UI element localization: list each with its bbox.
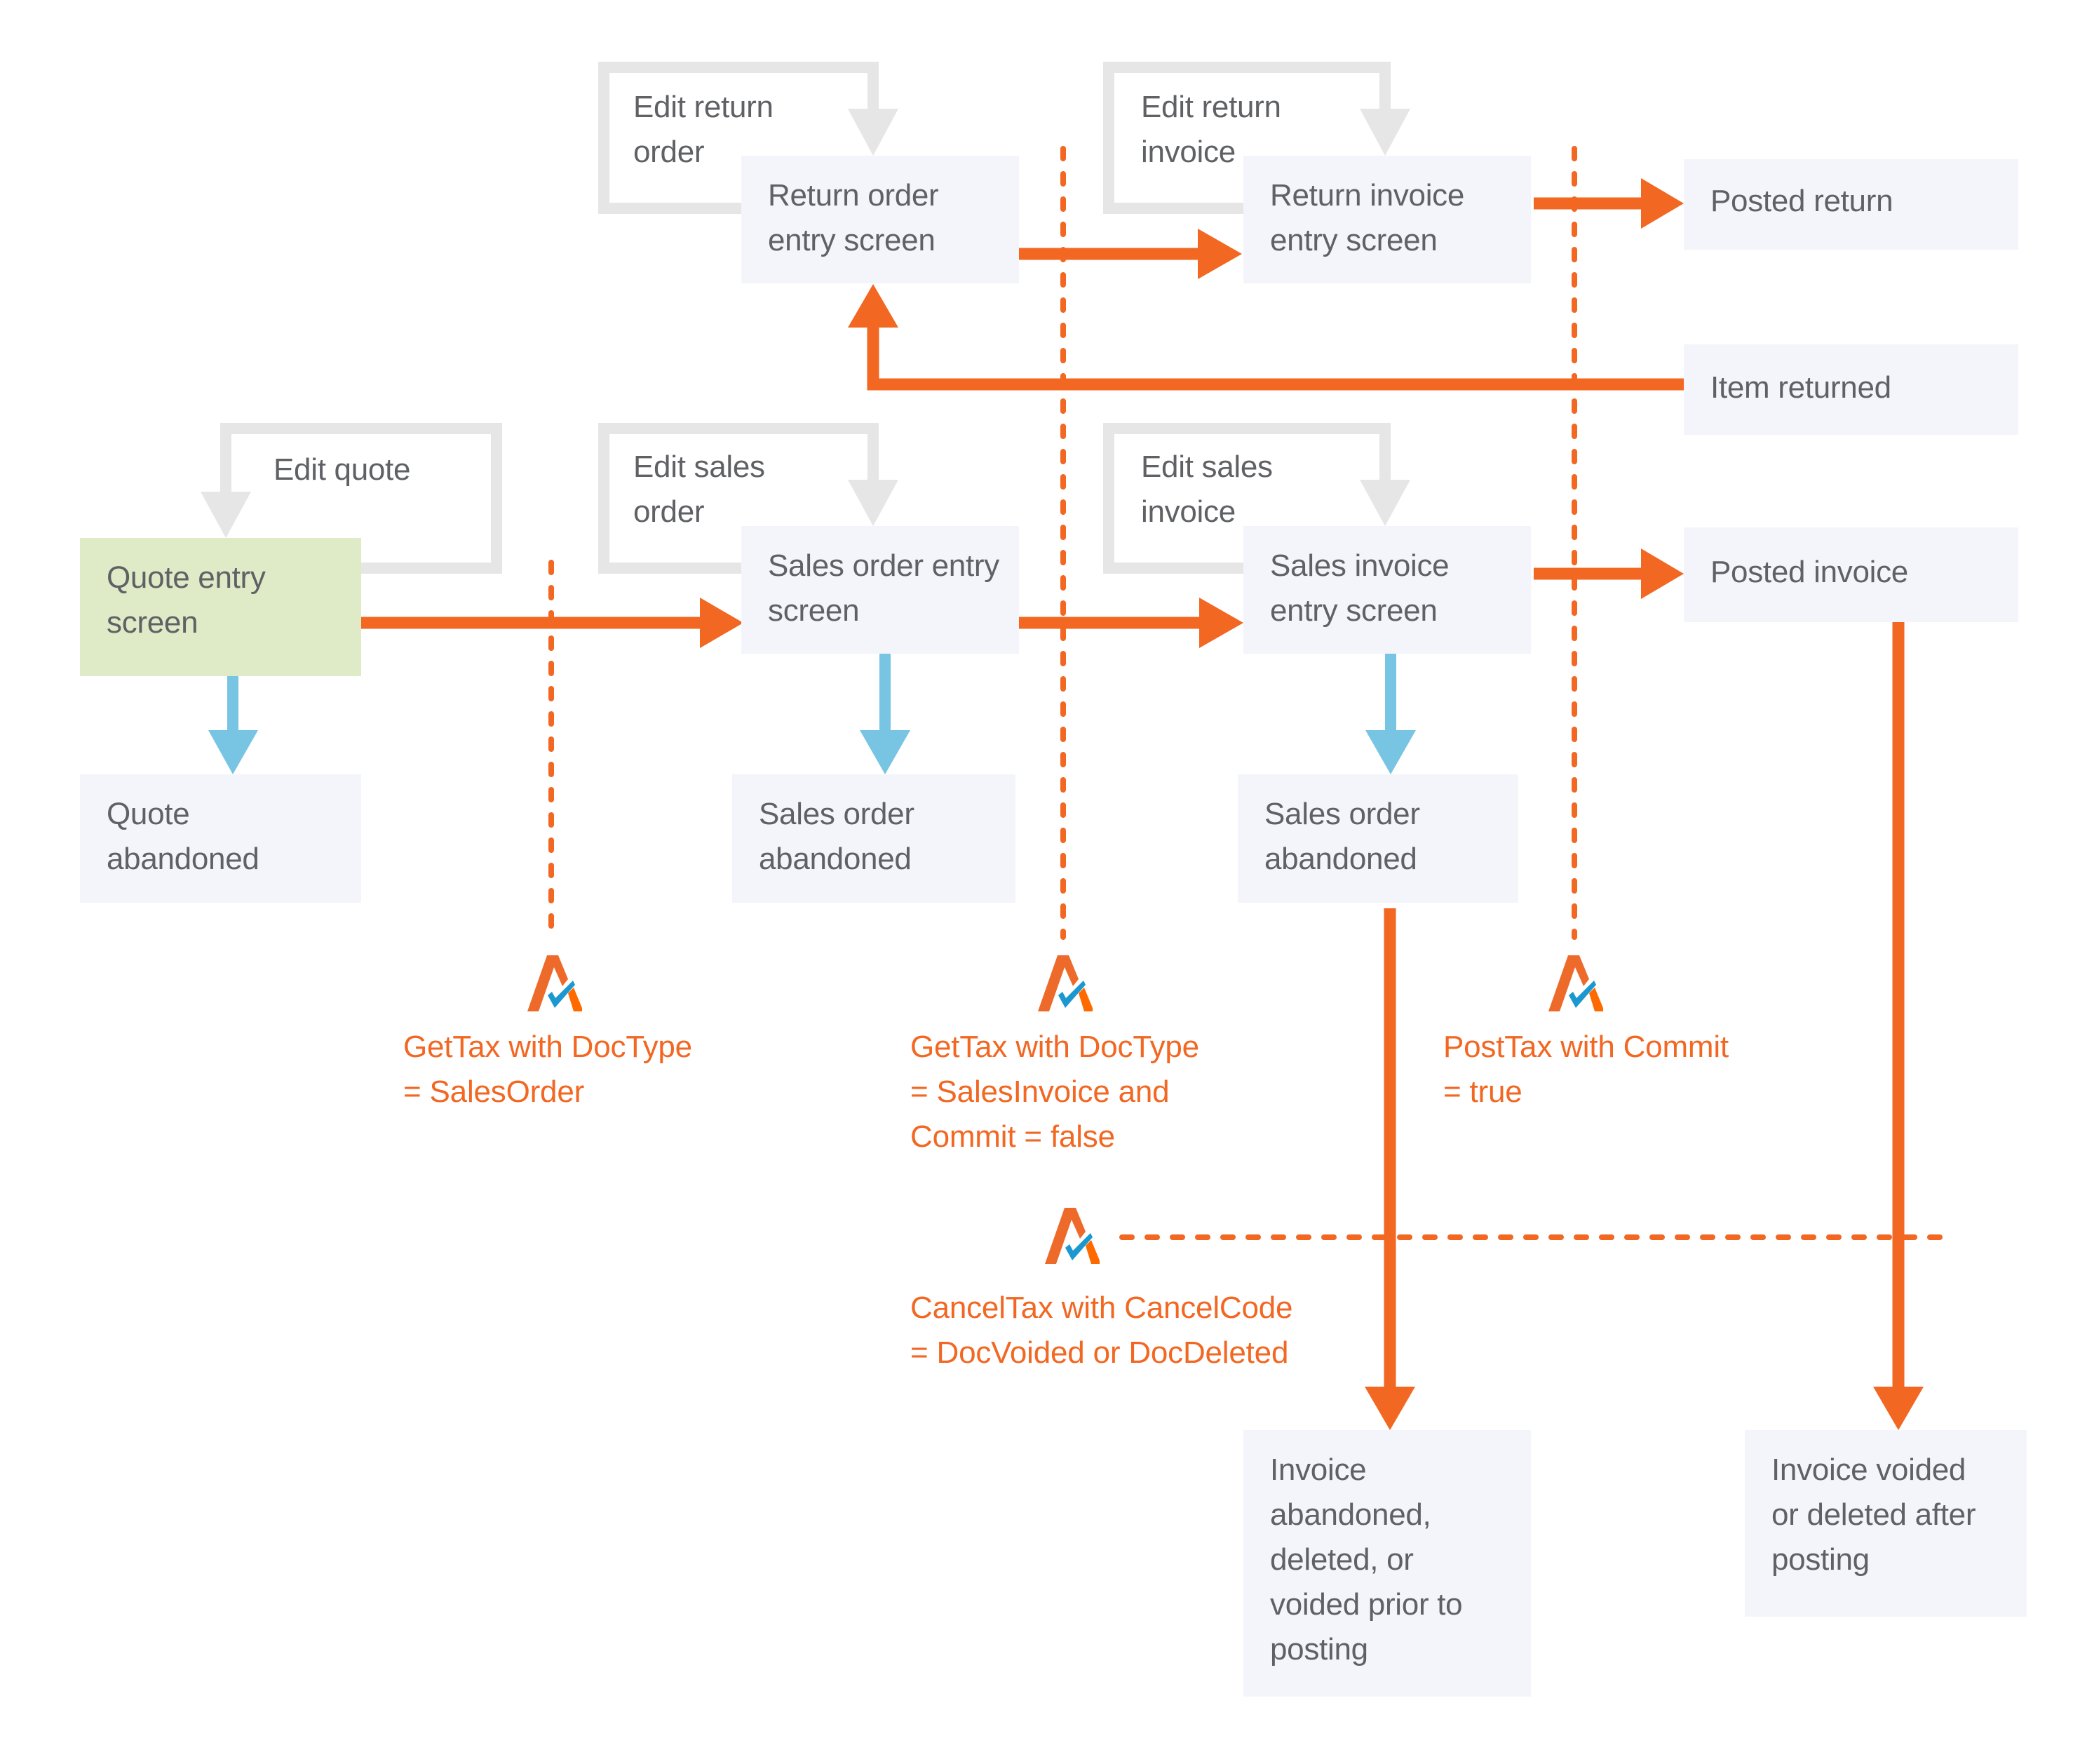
node-label: screen <box>768 593 860 628</box>
api-label-text: GetTax with DocType <box>910 1030 1199 1064</box>
api-label-text: = true <box>1443 1075 1522 1109</box>
loop-edit-quote-arrowhead <box>201 492 251 538</box>
node-label: screen <box>107 605 198 640</box>
api-label-posttax-commit: PostTax with Commit = true <box>1443 1025 1729 1115</box>
node-label: entry screen <box>1270 223 1438 257</box>
node-quote-abandoned: Quote abandoned <box>80 774 361 903</box>
node-label: abandoned <box>1264 842 1417 876</box>
loop-label-text: invoice <box>1141 494 1236 529</box>
node-label: deleted, or <box>1270 1542 1414 1577</box>
node-label: Invoice voided <box>1771 1453 1966 1487</box>
node-label: Quote entry <box>107 560 266 595</box>
api-label-text: = SalesOrder <box>403 1075 585 1109</box>
api-label-text: GetTax with DocType <box>403 1030 692 1064</box>
node-invoice-voided-after-posting: Invoice voided or deleted after posting <box>1745 1430 2027 1617</box>
loop-label-text: Edit sales <box>633 450 765 484</box>
api-label-text: = DocVoided or DocDeleted <box>910 1335 1289 1370</box>
loop-label-text: Edit return <box>1141 90 1281 124</box>
api-label-text: = SalesInvoice and <box>910 1075 1170 1109</box>
loop-label-edit-return-invoice: Edit return invoice <box>1141 85 1281 175</box>
node-label: entry screen <box>768 223 936 257</box>
node-label: abandoned, <box>1270 1497 1431 1532</box>
loop-label-edit-sales-order: Edit sales order <box>633 445 765 534</box>
loop-label-text: order <box>633 135 705 169</box>
api-label-canceltax: CancelTax with CancelCode = DocVoided or… <box>910 1286 1292 1375</box>
avalara-check-icon <box>1548 955 1603 1011</box>
loop-edit-return-invoice-arrowhead <box>1360 109 1410 156</box>
loop-label-text: Edit sales <box>1141 450 1273 484</box>
avalara-check-icon <box>527 955 582 1011</box>
node-sales-order-entry-screen: Sales order entry screen <box>741 526 1019 654</box>
loop-edit-sales-invoice-arrowhead <box>1360 480 1410 526</box>
node-item-returned: Item returned <box>1684 344 2018 435</box>
arrowhead <box>1198 229 1242 279</box>
node-label: entry screen <box>1270 593 1438 628</box>
node-return-invoice-entry-screen: Return invoice entry screen <box>1243 156 1531 283</box>
arrow-item-returned-to-return-order <box>867 324 1684 391</box>
arrowhead <box>1641 178 1684 229</box>
node-label: posting <box>1771 1542 1870 1577</box>
node-label: Sales order <box>1264 797 1420 831</box>
node-label: or deleted after <box>1771 1497 1976 1532</box>
node-label: Return invoice <box>1270 178 1465 213</box>
api-label-text: Commit = false <box>910 1119 1115 1154</box>
arrowhead <box>1365 730 1416 774</box>
node-sales-order-abandoned: Sales order abandoned <box>732 774 1015 903</box>
node-label: Sales invoice <box>1270 548 1450 583</box>
avalara-check-icon <box>1038 955 1093 1011</box>
arrowhead <box>860 730 910 774</box>
node-label: abandoned <box>759 842 912 876</box>
arrowhead <box>848 284 898 328</box>
node-posted-return: Posted return <box>1684 159 2018 250</box>
node-label: Quote <box>107 797 190 831</box>
api-label-gettax-salesinvoice: GetTax with DocType = SalesInvoice and C… <box>910 1025 1199 1159</box>
avalara-check-icon <box>1045 1208 1100 1264</box>
node-label: Sales order entry <box>768 548 999 583</box>
loop-label-text: invoice <box>1141 135 1236 169</box>
node-label: Posted invoice <box>1710 555 1908 589</box>
loop-label-edit-sales-invoice: Edit sales invoice <box>1141 445 1273 534</box>
node-return-order-entry-screen: Return order entry screen <box>741 156 1019 283</box>
node-label: Posted return <box>1710 184 1893 218</box>
node-label: Sales order <box>759 797 914 831</box>
node-sales-invoice-entry-screen: Sales invoice entry screen <box>1243 526 1531 654</box>
node-posted-invoice: Posted invoice <box>1684 527 2018 622</box>
api-label-text: PostTax with Commit <box>1443 1030 1729 1064</box>
loop-label-text: Edit return <box>633 90 774 124</box>
arrowhead <box>208 730 258 774</box>
node-invoice-abandoned-prior-to-posting: Invoice abandoned, deleted, or voided pr… <box>1243 1430 1531 1697</box>
api-label-gettax-salesorder: GetTax with DocType = SalesOrder <box>403 1025 692 1115</box>
api-label-text: CancelTax with CancelCode <box>910 1291 1293 1325</box>
node-label: abandoned <box>107 842 259 876</box>
loop-label-edit-quote: Edit quote <box>274 447 410 492</box>
arrowhead <box>700 598 743 648</box>
arrowhead <box>1641 548 1684 599</box>
node-label: Return order <box>768 178 939 213</box>
arrowhead <box>1365 1387 1415 1430</box>
loop-label-text: order <box>633 494 705 529</box>
node-sales-order-abandoned-after-invoice: Sales order abandoned <box>1238 774 1518 903</box>
node-label: Invoice <box>1270 1453 1367 1487</box>
node-quote-entry-screen: Quote entry screen <box>80 538 361 676</box>
loop-edit-sales-order-arrowhead <box>848 480 898 526</box>
node-label: Item returned <box>1710 370 1891 405</box>
node-label: posting <box>1270 1632 1368 1667</box>
arrowhead <box>1199 598 1243 648</box>
loop-label-edit-return-order: Edit return order <box>633 85 774 175</box>
loop-edit-return-order-arrowhead <box>848 109 898 156</box>
node-label: voided prior to <box>1270 1587 1463 1622</box>
arrowhead <box>1873 1387 1924 1430</box>
loop-label-text: Edit quote <box>274 452 411 487</box>
